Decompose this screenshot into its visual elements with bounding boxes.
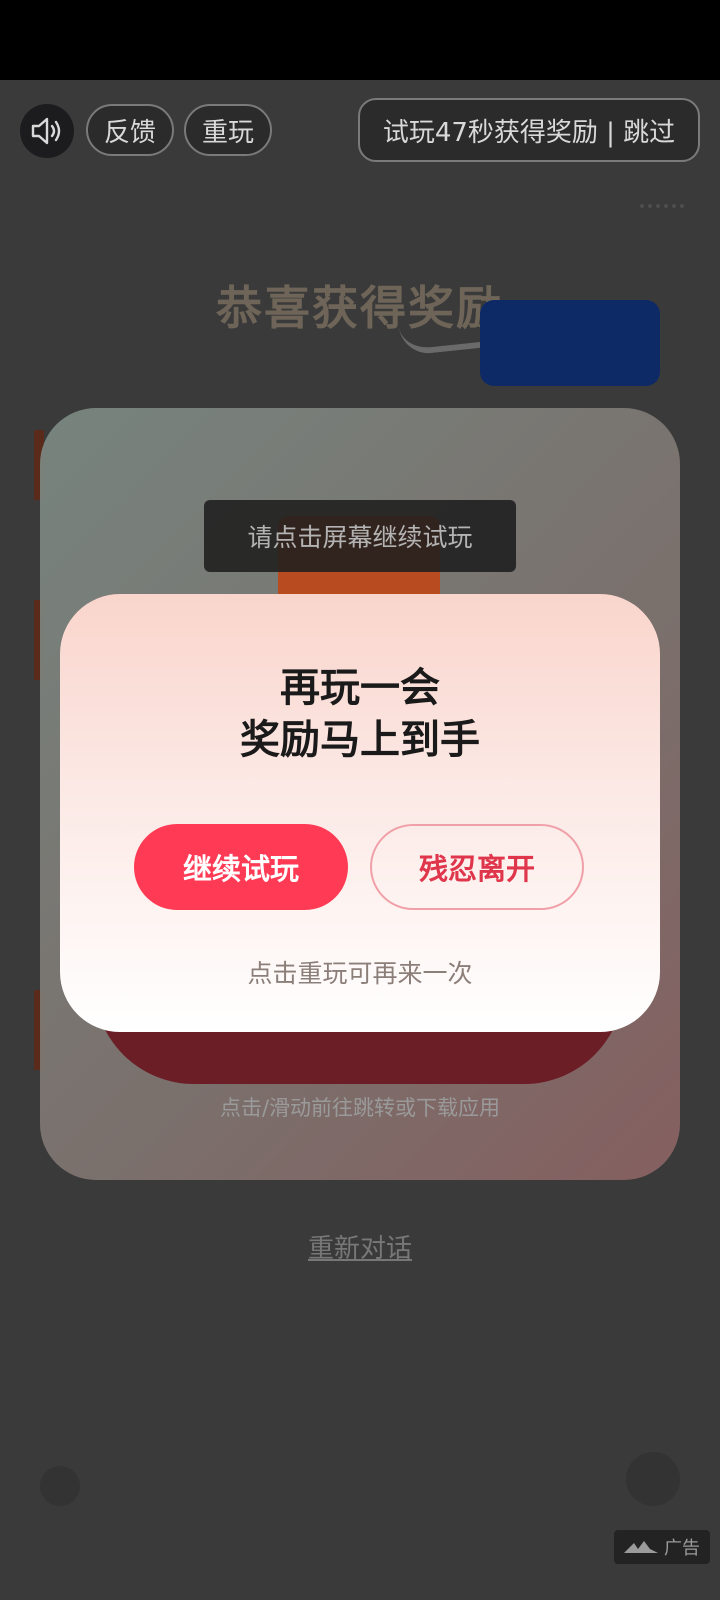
skip-button[interactable]: 试玩47秒获得奖励 | 跳过 [358, 98, 700, 162]
feedback-button[interactable]: 反馈 [86, 104, 174, 156]
bottom-left-icon [40, 1466, 80, 1506]
continue-trial-button[interactable]: 继续试玩 [134, 824, 348, 910]
background-action-button [480, 300, 660, 386]
replay-button[interactable]: 重玩 [184, 104, 272, 156]
ad-label: 广告 [664, 1538, 700, 1559]
ad-logo-icon [624, 1541, 658, 1553]
dialog-title: 再玩一会 奖励马上到手 [60, 662, 660, 766]
retention-dialog: 再玩一会 奖励马上到手 继续试玩 残忍离开 点击重玩可再来一次 [60, 594, 660, 1032]
bottom-indicator [310, 1480, 420, 1490]
bottom-right-icon [626, 1452, 680, 1506]
dialog-title-line2: 奖励马上到手 [240, 717, 480, 763]
playable-ad-stage[interactable]: 恭喜获得奖励 点击/滑动前往跳转或下载应用 请点击屏幕继续试玩 重新对话 反馈 … [0, 80, 720, 1600]
status-bar [0, 0, 720, 80]
replay-hint: 点击重玩可再来一次 [247, 959, 473, 988]
more-icon [640, 204, 684, 214]
dialog-title-line1: 再玩一会 [280, 665, 440, 711]
ad-badge: 广告 [614, 1530, 710, 1564]
leave-button[interactable]: 残忍离开 [370, 824, 584, 910]
continue-toast: 请点击屏幕继续试玩 [204, 500, 516, 572]
sound-toggle-button[interactable] [20, 104, 74, 158]
restart-dialog-link[interactable]: 重新对话 [0, 1228, 720, 1265]
speaker-icon [31, 117, 61, 145]
card-hint-text: 点击/滑动前往跳转或下载应用 [219, 1096, 501, 1120]
